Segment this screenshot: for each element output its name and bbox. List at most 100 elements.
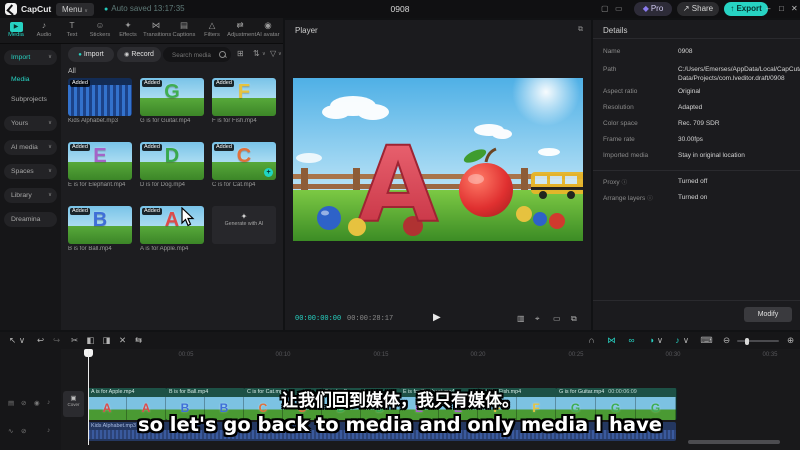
undo-icon[interactable]: ↩ (33, 334, 48, 347)
media-item-name: Kids Alphabet.mp3 (68, 118, 119, 124)
import-dot-icon: ● (78, 52, 82, 58)
generate-with-ai-card[interactable]: ✦ Generate with AI (212, 206, 276, 244)
preview-snap-icon[interactable]: ⌖ (535, 314, 540, 324)
fullscreen-icon[interactable]: ⧉ (571, 314, 577, 324)
player-panel: Player ⧉ A 00:00:00:00 00:00:28:17 ▶ ▥ ⌖… (285, 20, 591, 330)
sort-icon[interactable]: ⇅ (253, 49, 260, 58)
tab-text[interactable]: T Text (58, 20, 86, 38)
filter-icon[interactable]: ▽ (270, 49, 276, 58)
search-box[interactable] (163, 47, 231, 62)
tab-transitions[interactable]: ⋈ Transitions (142, 20, 171, 38)
redo-icon[interactable]: ↪ (49, 334, 64, 347)
sidebar-item-library[interactable]: Library ∨ (4, 188, 57, 203)
tab-media[interactable]: ▶ Media (2, 20, 30, 38)
trim-left-icon[interactable]: ◧ (83, 334, 98, 347)
media-item-audio[interactable]: Added (68, 78, 132, 116)
video-preview[interactable]: A (293, 58, 587, 247)
autosave-dot-icon: ● (104, 6, 109, 13)
tab-audio[interactable]: ♪ Audio (30, 20, 58, 38)
tab-adjustment[interactable]: ⇄ Adjustment (226, 20, 256, 38)
close-button[interactable]: ✕ (791, 4, 798, 13)
ratio-icon[interactable]: ▥ (517, 314, 525, 323)
media-item-video[interactable]: E Added (68, 142, 132, 180)
stickers-icon: ☺ (95, 20, 105, 30)
tab-captions[interactable]: ▤ Captions (170, 20, 198, 38)
menu-button[interactable]: Menu ∨ (56, 2, 94, 16)
chevron-down-icon[interactable]: ∨ (18, 334, 26, 347)
horizontal-scrollbar[interactable] (688, 440, 780, 444)
mouse-cursor (181, 207, 195, 227)
share-button[interactable]: ↗ Share (677, 2, 719, 16)
search-input[interactable] (170, 48, 222, 62)
subtitle-english: so let's go back to media and only media… (137, 413, 662, 436)
grid-view-icon[interactable]: ⊞ (237, 49, 244, 58)
media-item-video[interactable]: B Added (68, 206, 132, 244)
sidebar-item-dreamina[interactable]: Dreamina (4, 212, 57, 227)
link-icon[interactable]: ∞ (624, 334, 639, 347)
sidebar-item-ai-media[interactable]: AI media ∨ (4, 140, 57, 155)
media-item-name: E is for Elephant.mp4 (68, 182, 126, 188)
modify-button[interactable]: Modify (744, 307, 792, 322)
sidebar-item-spaces[interactable]: Spaces ∨ (4, 164, 57, 179)
layout-toggle-icon[interactable]: ▢ (601, 4, 609, 13)
media-item-video[interactable]: G Added (140, 78, 204, 116)
mirror-icon[interactable]: ⇆ (131, 334, 146, 347)
detach-player-icon[interactable]: ⧉ (578, 26, 583, 34)
text-icon: T (69, 20, 75, 30)
record-icon: ◉ (124, 52, 130, 58)
quality-icon[interactable]: ▭ (553, 314, 561, 323)
tab-stickers[interactable]: ☺ Stickers (86, 20, 114, 38)
diamond-icon: ◆ (642, 4, 649, 13)
media-item-name: F is for Fish.mp4 (212, 118, 257, 124)
add-to-track-button[interactable]: + (264, 168, 273, 177)
field-value: Turned off (678, 178, 708, 185)
media-item-video[interactable]: F Added (212, 78, 276, 116)
share-icon: ↗ (682, 4, 690, 13)
field-label: Imported media (603, 152, 649, 159)
chevron-down-icon[interactable]: ∨ (656, 334, 664, 347)
delete-icon[interactable]: ✕ (115, 334, 130, 347)
effects-icon: ✦ (124, 20, 132, 30)
zoom-slider-handle[interactable] (745, 337, 749, 345)
zoom-slider[interactable] (737, 337, 779, 345)
auto-ripple-icon[interactable]: ⋈ (604, 334, 619, 347)
added-badge: Added (70, 80, 90, 87)
info-icon: ⓘ (621, 180, 628, 186)
zoom-in-icon[interactable]: ⊕ (783, 334, 798, 347)
field-label: Arrange layers ⓘ (603, 195, 653, 202)
field-value: Original (678, 88, 701, 95)
sidebar-item-media[interactable]: Media (4, 72, 57, 87)
export-button[interactable]: ↑ Export (724, 2, 768, 16)
split-icon[interactable]: ✂ (67, 334, 82, 347)
import-button[interactable]: ● Import (68, 47, 114, 62)
media-item-video[interactable]: C Added + (212, 142, 276, 180)
media-item-video[interactable]: D Added (140, 142, 204, 180)
minimize-button[interactable]: – (766, 4, 770, 13)
tab-effects[interactable]: ✦ Effects (114, 20, 142, 38)
tab-ai-avatar[interactable]: ◉ AI avatar (254, 20, 282, 38)
ruler-label: 00:35 (762, 352, 778, 358)
chevron-down-icon: ∨ (278, 51, 282, 57)
sidebar-item-import[interactable]: Import ∨ (4, 50, 57, 65)
audio-waveform (68, 85, 132, 116)
sidebar-item-subprojects[interactable]: Subprojects (4, 92, 57, 107)
chevron-down-icon[interactable]: ∨ (682, 334, 690, 347)
layout-panel-icon[interactable]: ▭ (615, 4, 623, 13)
sparkle-icon: ✦ (240, 212, 248, 221)
trim-right-icon[interactable]: ◨ (99, 334, 114, 347)
zoom-out-icon[interactable]: ⊖ (719, 334, 734, 347)
maximize-button[interactable]: □ (779, 4, 784, 13)
keyboard-shortcuts-icon[interactable]: ⌨ (699, 334, 714, 347)
play-button[interactable]: ▶ (433, 312, 441, 323)
chevron-down-icon: ∨ (47, 192, 52, 198)
timeline-toolbar: ↖ ∨ ↩ ↪ ✂ ◧ ◨ ✕ ⇆ ∩ ⋈ ∞ ◑ ∨ ♪ ∨ ⌨ ⊖ ⊕ (0, 332, 800, 349)
player-title: Player (295, 26, 318, 35)
filter-all-label[interactable]: All (68, 68, 76, 75)
sidebar-item-yours[interactable]: Yours ∨ (4, 116, 57, 131)
magnet-icon[interactable]: ∩ (584, 334, 599, 347)
tab-filters[interactable]: △ Filters (198, 20, 226, 38)
record-button[interactable]: ◉ Record (117, 47, 161, 62)
media-item-name: B is for Ball.mp4 (68, 246, 112, 252)
pro-button[interactable]: ◆ Pro (634, 2, 672, 16)
added-badge: Added (70, 208, 90, 215)
